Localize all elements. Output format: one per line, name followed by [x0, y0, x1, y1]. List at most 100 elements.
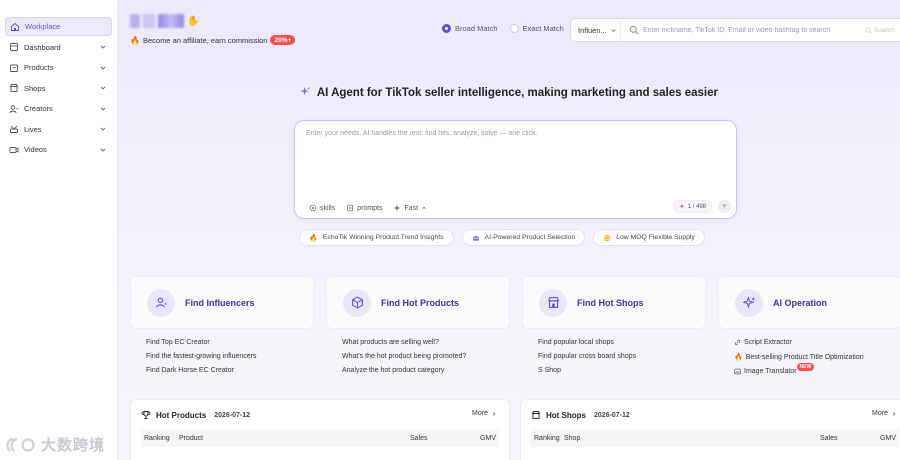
- search-type-value: Influen...: [578, 25, 607, 35]
- search-button[interactable]: Search: [865, 27, 900, 34]
- hot-products-header: Hot Products 2026-07-12: [141, 410, 250, 420]
- broad-match-label: Broad Match: [455, 24, 498, 33]
- sidebar-item-label: Dashboard: [24, 42, 61, 52]
- more-label: More: [872, 410, 888, 417]
- chip-label: Low MOQ Flexible Supply: [616, 234, 695, 241]
- influencer-links: Find Top EC Creator Find the fastest-gro…: [146, 339, 326, 375]
- chevron-down-icon: [99, 146, 107, 154]
- user-name-blurred: ✋: [130, 13, 216, 29]
- search-type-select[interactable]: Influen...: [571, 19, 621, 41]
- sparkle-icon: [678, 203, 685, 209]
- lives-icon: [9, 124, 19, 134]
- title-optimization-link[interactable]: 🔥 Best-selling Product Title Optimizatio…: [734, 353, 900, 362]
- feature-cards: Find Influencers Find Hot Products Find …: [130, 276, 900, 329]
- hot-products-panel: Hot Products 2026-07-12 More Ranking Pro…: [130, 399, 510, 460]
- send-button[interactable]: [718, 200, 731, 213]
- search-bar: Influen... Search: [570, 18, 900, 42]
- column-header: Sales: [820, 434, 838, 442]
- sidebar-item-label: Lives: [24, 124, 42, 134]
- script-extractor-link[interactable]: Script Extractor: [734, 339, 900, 346]
- chip-trend-insights[interactable]: 🔥 EchoTik Winning Product Trend Insights: [299, 229, 454, 246]
- chevron-up-icon: [422, 206, 426, 209]
- chevron-down-icon: [611, 28, 616, 32]
- ai-prompt-input[interactable]: [306, 130, 726, 190]
- hot-shops-table-header: Ranking Shop Sales GMV: [531, 429, 899, 447]
- sidebar-item-lives[interactable]: Lives: [5, 120, 112, 139]
- quick-links: Find Top EC Creator Find the fastest-gro…: [146, 339, 900, 375]
- radio-dot: [442, 24, 451, 33]
- chip-label: EchoTik Winning Product Trend Insights: [322, 234, 444, 241]
- chevron-down-icon: [99, 43, 107, 51]
- card-find-influencers[interactable]: Find Influencers: [130, 276, 314, 329]
- exact-match-radio[interactable]: Exact Match: [509, 24, 564, 33]
- card-title: Find Influencers: [185, 297, 255, 308]
- sidebar-item-label: Shops: [24, 83, 46, 93]
- prompts-button[interactable]: prompts: [346, 204, 382, 212]
- speed-mode-select[interactable]: Fast: [393, 204, 427, 212]
- hot-shops-panel: Hot Shops 2026-07-12 More Ranking Shop S…: [520, 399, 900, 460]
- sidebar-item-dashboard[interactable]: Dashboard: [5, 38, 112, 57]
- dashboard-icon: [9, 42, 19, 52]
- quick-link[interactable]: What products are selling well?: [342, 339, 522, 346]
- shop-icon: [539, 288, 567, 317]
- broad-match-radio[interactable]: Broad Match: [442, 24, 498, 33]
- more-label: More: [472, 410, 488, 417]
- chevron-right-icon: [893, 411, 896, 416]
- column-header: Ranking: [534, 434, 560, 442]
- skills-icon: [309, 204, 317, 212]
- sparkle-icon: [735, 288, 763, 317]
- fire-icon: 🔥: [734, 354, 743, 361]
- sidebar-item-creators[interactable]: Creators: [5, 99, 112, 118]
- chevron-right-icon: [493, 411, 496, 416]
- card-ai-operation[interactable]: AI Operation: [718, 276, 900, 329]
- ai-prompt-box: skills prompts Fast 1 / 498: [294, 120, 737, 219]
- quick-link[interactable]: Find the fastest-growing influencers: [146, 353, 326, 360]
- sidebar-item-workplace[interactable]: Workplace: [5, 17, 112, 36]
- products-icon: [9, 63, 19, 73]
- column-header: Shop: [564, 434, 581, 442]
- quick-link[interactable]: What's the hot product being promoted?: [342, 353, 522, 360]
- sidebar-item-videos[interactable]: Videos: [5, 140, 112, 159]
- affiliate-banner[interactable]: 🔥 Become an affiliate, earn commission 2…: [130, 35, 296, 45]
- coin-icon: [604, 234, 611, 241]
- hero-headline: AI Agent for TikTok seller intelligence,…: [118, 86, 900, 99]
- headline-text: AI Agent for TikTok seller intelligence,…: [316, 87, 718, 99]
- quick-link[interactable]: S Shop: [538, 367, 718, 374]
- card-find-hot-shops[interactable]: Find Hot Shops: [522, 276, 706, 329]
- watermark-logo-icon: [6, 437, 35, 452]
- chip-ai-product-selection[interactable]: AI-Powered Product Selection: [461, 229, 586, 246]
- sidebar: Workplace Dashboard Products Shops Creat…: [0, 0, 118, 460]
- skills-label: skills: [320, 204, 336, 212]
- search-input[interactable]: [639, 26, 865, 34]
- hot-products-more-link[interactable]: More: [472, 410, 497, 417]
- robot-icon: [472, 234, 479, 241]
- quick-link[interactable]: Find Top EC Creator: [146, 339, 326, 346]
- main-area: ✋ 🔥 Become an affiliate, earn commission…: [118, 0, 900, 460]
- quick-link[interactable]: Find popular local shops: [538, 339, 718, 346]
- image-translator-link[interactable]: Image Translator NEW: [734, 363, 900, 375]
- sidebar-item-label: Creators: [24, 104, 53, 113]
- sparkle-icon: [300, 86, 311, 96]
- product-links: What products are selling well? What's t…: [342, 339, 522, 375]
- skills-button[interactable]: skills: [309, 204, 335, 212]
- credit-count: 1 / 498: [687, 203, 706, 210]
- search-icon: [865, 27, 872, 34]
- sidebar-item-label: Products: [24, 63, 54, 72]
- quick-link[interactable]: Find Dark Horse EC Creator: [146, 367, 326, 374]
- watermark-logo: 大数跨境: [4, 434, 105, 455]
- prompts-label: prompts: [357, 204, 383, 212]
- chip-low-moq-supply[interactable]: Low MOQ Flexible Supply: [593, 229, 705, 246]
- card-find-hot-products[interactable]: Find Hot Products: [326, 276, 510, 329]
- creators-icon: [9, 104, 19, 114]
- ai-operation-links: Script Extractor 🔥 Best-selling Product …: [734, 339, 900, 375]
- quick-link-label: Best-selling Product Title Optimization: [745, 353, 864, 361]
- quick-link[interactable]: Find popular cross board shops: [538, 353, 718, 360]
- trophy-icon: [141, 411, 151, 419]
- box-icon: [343, 288, 371, 317]
- sidebar-item-shops[interactable]: Shops: [5, 79, 112, 98]
- hot-shops-more-link[interactable]: More: [872, 410, 897, 417]
- prompts-icon: [347, 204, 353, 212]
- sidebar-item-products[interactable]: Products: [5, 58, 112, 77]
- quick-link[interactable]: Analyze the hot product category: [342, 367, 522, 374]
- sidebar-item-label: Videos: [24, 145, 47, 154]
